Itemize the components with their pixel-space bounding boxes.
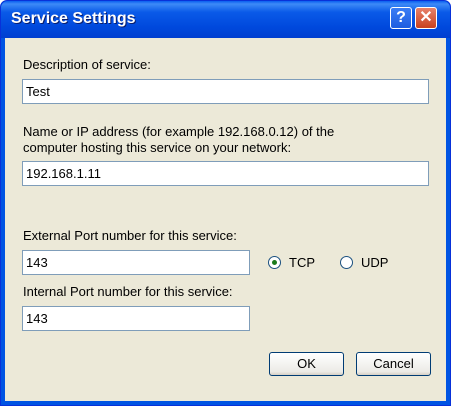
external-port-label: External Port number for this service: <box>23 228 237 243</box>
radio-dot <box>272 260 277 265</box>
close-icon[interactable]: ✕ <box>415 7 437 29</box>
tcp-radio[interactable]: TCP <box>268 255 315 270</box>
dialog-body: Description of service: Name or IP addre… <box>5 38 446 401</box>
description-field[interactable] <box>22 79 429 104</box>
radio-unselected-icon[interactable] <box>340 256 353 269</box>
ok-button[interactable]: OK <box>269 352 344 376</box>
host-address-field[interactable] <box>22 161 429 186</box>
internal-port-field[interactable] <box>22 306 250 331</box>
external-port-field[interactable] <box>22 250 250 275</box>
title-bar[interactable]: Service Settings ? ✕ <box>1 1 450 38</box>
cancel-button[interactable]: Cancel <box>356 352 431 376</box>
udp-radio[interactable]: UDP <box>340 255 388 270</box>
tcp-label: TCP <box>289 255 315 270</box>
radio-selected-icon[interactable] <box>268 256 281 269</box>
description-label: Description of service: <box>23 57 151 72</box>
host-label-line1: Name or IP address (for example 192.168.… <box>23 124 335 139</box>
service-settings-dialog: Service Settings ? ✕ Description of serv… <box>0 0 451 406</box>
internal-port-label: Internal Port number for this service: <box>23 284 233 299</box>
host-label-line2: computer hosting this service on your ne… <box>23 140 292 155</box>
help-icon[interactable]: ? <box>390 7 412 29</box>
udp-label: UDP <box>361 255 389 270</box>
dialog-title: Service Settings <box>11 10 136 27</box>
